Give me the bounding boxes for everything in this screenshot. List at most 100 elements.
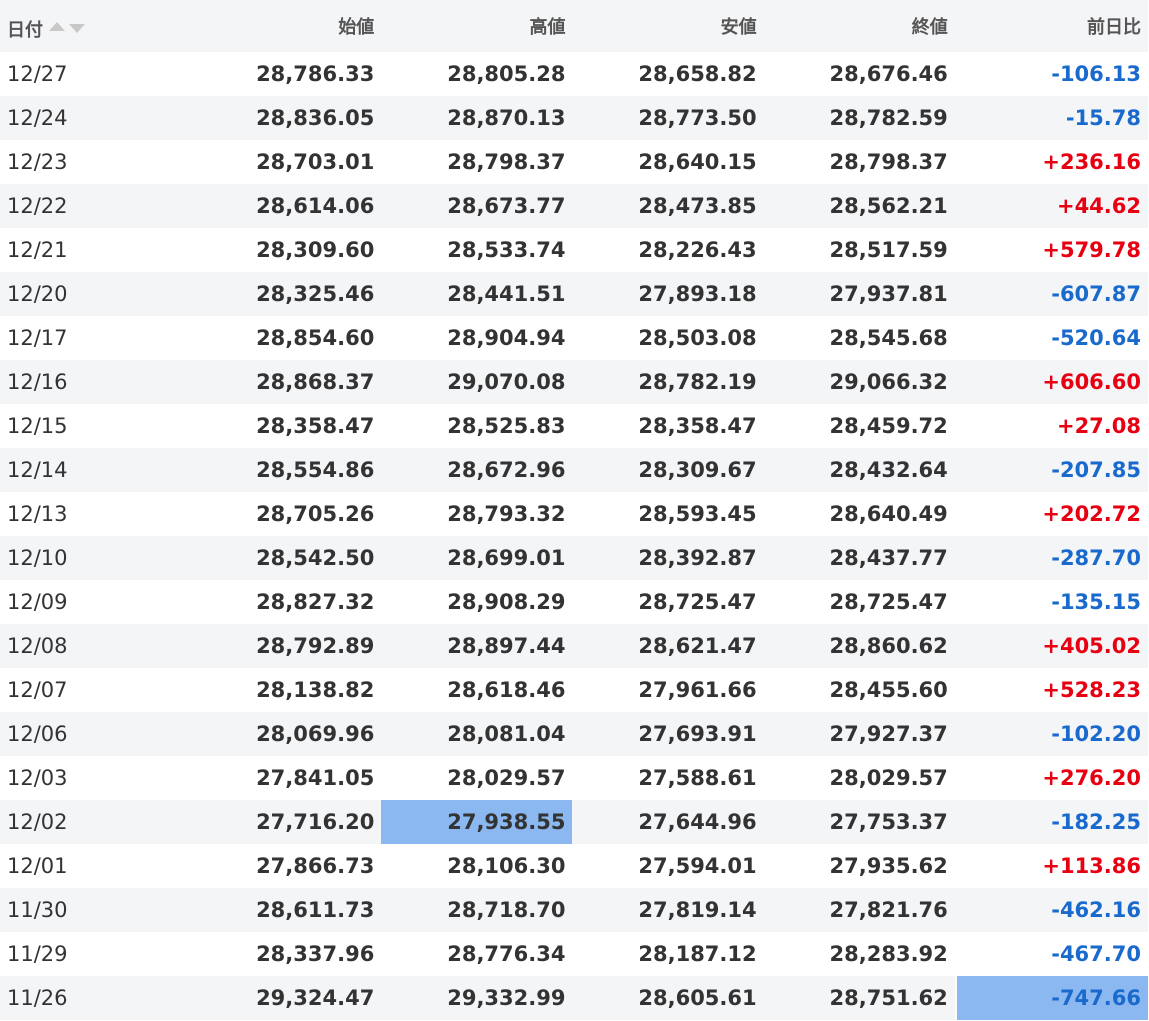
cell-open: 28,705.26 xyxy=(190,492,382,536)
sort-descending-icon[interactable] xyxy=(69,23,85,33)
cell-open: 28,325.46 xyxy=(190,272,382,316)
cell-close: 28,725.47 xyxy=(763,580,955,624)
cell-date: 12/01 xyxy=(0,844,191,888)
cell-low: 27,819.14 xyxy=(572,888,764,932)
cell-high: 28,672.96 xyxy=(381,448,573,492)
price-history-table: 日付 始値 高値 安値 終値 前日比 12/27 28,786.33 28,805.… xyxy=(0,0,1148,1020)
table-row: 11/29 28,337.96 28,776.34 28,187.12 28,283.9… xyxy=(0,932,1148,976)
cell-high: 28,897.44 xyxy=(381,624,573,668)
cell-change: -102.20 xyxy=(954,712,1148,756)
cell-date: 12/15 xyxy=(0,404,191,448)
cell-high: 28,805.28 xyxy=(381,52,573,96)
table-row: 12/15 28,358.47 28,525.83 28,358.47 28,459.7… xyxy=(0,404,1148,448)
cell-close: 28,455.60 xyxy=(763,668,955,712)
cell-open: 28,868.37 xyxy=(190,360,382,404)
cell-open: 28,703.01 xyxy=(190,140,382,184)
cell-close: 28,432.64 xyxy=(763,448,955,492)
cell-high: 28,798.37 xyxy=(381,140,573,184)
table-row: 12/02 27,716.20 27,938.55 27,644.96 27,753.3… xyxy=(0,800,1148,844)
cell-low: 28,503.08 xyxy=(572,316,764,360)
cell-high: 28,441.51 xyxy=(381,272,573,316)
cell-low: 28,725.47 xyxy=(572,580,764,624)
cell-high: 28,029.57 xyxy=(381,756,573,800)
cell-low: 28,605.61 xyxy=(572,976,764,1020)
cell-close: 28,437.77 xyxy=(763,536,955,580)
table-row: 12/14 28,554.86 28,672.96 28,309.67 28,432.6… xyxy=(0,448,1148,492)
cell-open: 28,542.50 xyxy=(190,536,382,580)
table-row: 12/20 28,325.46 28,441.51 27,893.18 27,937.8… xyxy=(0,272,1148,316)
cell-change: +606.60 xyxy=(954,360,1148,404)
cell-date: 12/13 xyxy=(0,492,191,536)
cell-high: 28,525.83 xyxy=(381,404,573,448)
header-date[interactable]: 日付 xyxy=(0,0,191,52)
cell-low: 28,658.82 xyxy=(572,52,764,96)
table-row: 12/24 28,836.05 28,870.13 28,773.50 28,782.5… xyxy=(0,96,1148,140)
cell-change: -207.85 xyxy=(954,448,1148,492)
cell-high: 28,870.13 xyxy=(381,96,573,140)
table-body: 12/27 28,786.33 28,805.28 28,658.82 28,676.4… xyxy=(0,52,1148,1020)
cell-change: +44.62 xyxy=(954,184,1148,228)
cell-high: 28,618.46 xyxy=(381,668,573,712)
cell-open: 28,827.32 xyxy=(190,580,382,624)
cell-close: 27,927.37 xyxy=(763,712,955,756)
table-row: 12/09 28,827.32 28,908.29 28,725.47 28,725.4… xyxy=(0,580,1148,624)
cell-change: -467.70 xyxy=(954,932,1148,976)
cell-low: 27,693.91 xyxy=(572,712,764,756)
cell-low: 28,226.43 xyxy=(572,228,764,272)
table-row: 12/22 28,614.06 28,673.77 28,473.85 28,562.2… xyxy=(0,184,1148,228)
cell-high: 27,938.55 xyxy=(381,800,573,844)
cell-open: 27,841.05 xyxy=(190,756,382,800)
cell-high: 29,070.08 xyxy=(381,360,573,404)
cell-low: 28,392.87 xyxy=(572,536,764,580)
cell-open: 28,554.86 xyxy=(190,448,382,492)
cell-change: -287.70 xyxy=(954,536,1148,580)
table-row: 12/08 28,792.89 28,897.44 28,621.47 28,860.6… xyxy=(0,624,1148,668)
cell-close: 28,751.62 xyxy=(763,976,955,1020)
cell-high: 28,793.32 xyxy=(381,492,573,536)
cell-date: 11/26 xyxy=(0,976,191,1020)
cell-close: 28,562.21 xyxy=(763,184,955,228)
cell-low: 28,782.19 xyxy=(572,360,764,404)
cell-high: 28,776.34 xyxy=(381,932,573,976)
cell-close: 28,029.57 xyxy=(763,756,955,800)
cell-low: 28,593.45 xyxy=(572,492,764,536)
table-row: 12/27 28,786.33 28,805.28 28,658.82 28,676.4… xyxy=(0,52,1148,96)
cell-close: 27,935.62 xyxy=(763,844,955,888)
table-row: 12/06 28,069.96 28,081.04 27,693.91 27,927.3… xyxy=(0,712,1148,756)
table-row: 12/23 28,703.01 28,798.37 28,640.15 28,798.3… xyxy=(0,140,1148,184)
header-close: 終値 xyxy=(763,0,955,52)
cell-low: 28,773.50 xyxy=(572,96,764,140)
cell-change: -607.87 xyxy=(954,272,1148,316)
cell-close: 29,066.32 xyxy=(763,360,955,404)
cell-open: 27,866.73 xyxy=(190,844,382,888)
cell-date: 12/20 xyxy=(0,272,191,316)
cell-close: 28,860.62 xyxy=(763,624,955,668)
cell-high: 28,081.04 xyxy=(381,712,573,756)
cell-low: 27,961.66 xyxy=(572,668,764,712)
cell-close: 28,676.46 xyxy=(763,52,955,96)
cell-change: +202.72 xyxy=(954,492,1148,536)
cell-date: 12/16 xyxy=(0,360,191,404)
cell-open: 29,324.47 xyxy=(190,976,382,1020)
table-row: 12/17 28,854.60 28,904.94 28,503.08 28,545.6… xyxy=(0,316,1148,360)
cell-high: 29,332.99 xyxy=(381,976,573,1020)
cell-open: 28,309.60 xyxy=(190,228,382,272)
cell-open: 28,854.60 xyxy=(190,316,382,360)
cell-date: 12/07 xyxy=(0,668,191,712)
header-open: 始値 xyxy=(190,0,382,52)
cell-date: 11/30 xyxy=(0,888,191,932)
cell-date: 12/06 xyxy=(0,712,191,756)
cell-change: -106.13 xyxy=(954,52,1148,96)
cell-date: 12/08 xyxy=(0,624,191,668)
table-row: 11/30 28,611.73 28,718.70 27,819.14 27,821.7… xyxy=(0,888,1148,932)
cell-date: 12/03 xyxy=(0,756,191,800)
sort-ascending-icon[interactable] xyxy=(49,21,65,31)
cell-change: -15.78 xyxy=(954,96,1148,140)
cell-change: -182.25 xyxy=(954,800,1148,844)
cell-date: 12/21 xyxy=(0,228,191,272)
cell-low: 28,358.47 xyxy=(572,404,764,448)
cell-date: 12/27 xyxy=(0,52,191,96)
cell-open: 28,836.05 xyxy=(190,96,382,140)
cell-low: 28,309.67 xyxy=(572,448,764,492)
cell-high: 28,718.70 xyxy=(381,888,573,932)
